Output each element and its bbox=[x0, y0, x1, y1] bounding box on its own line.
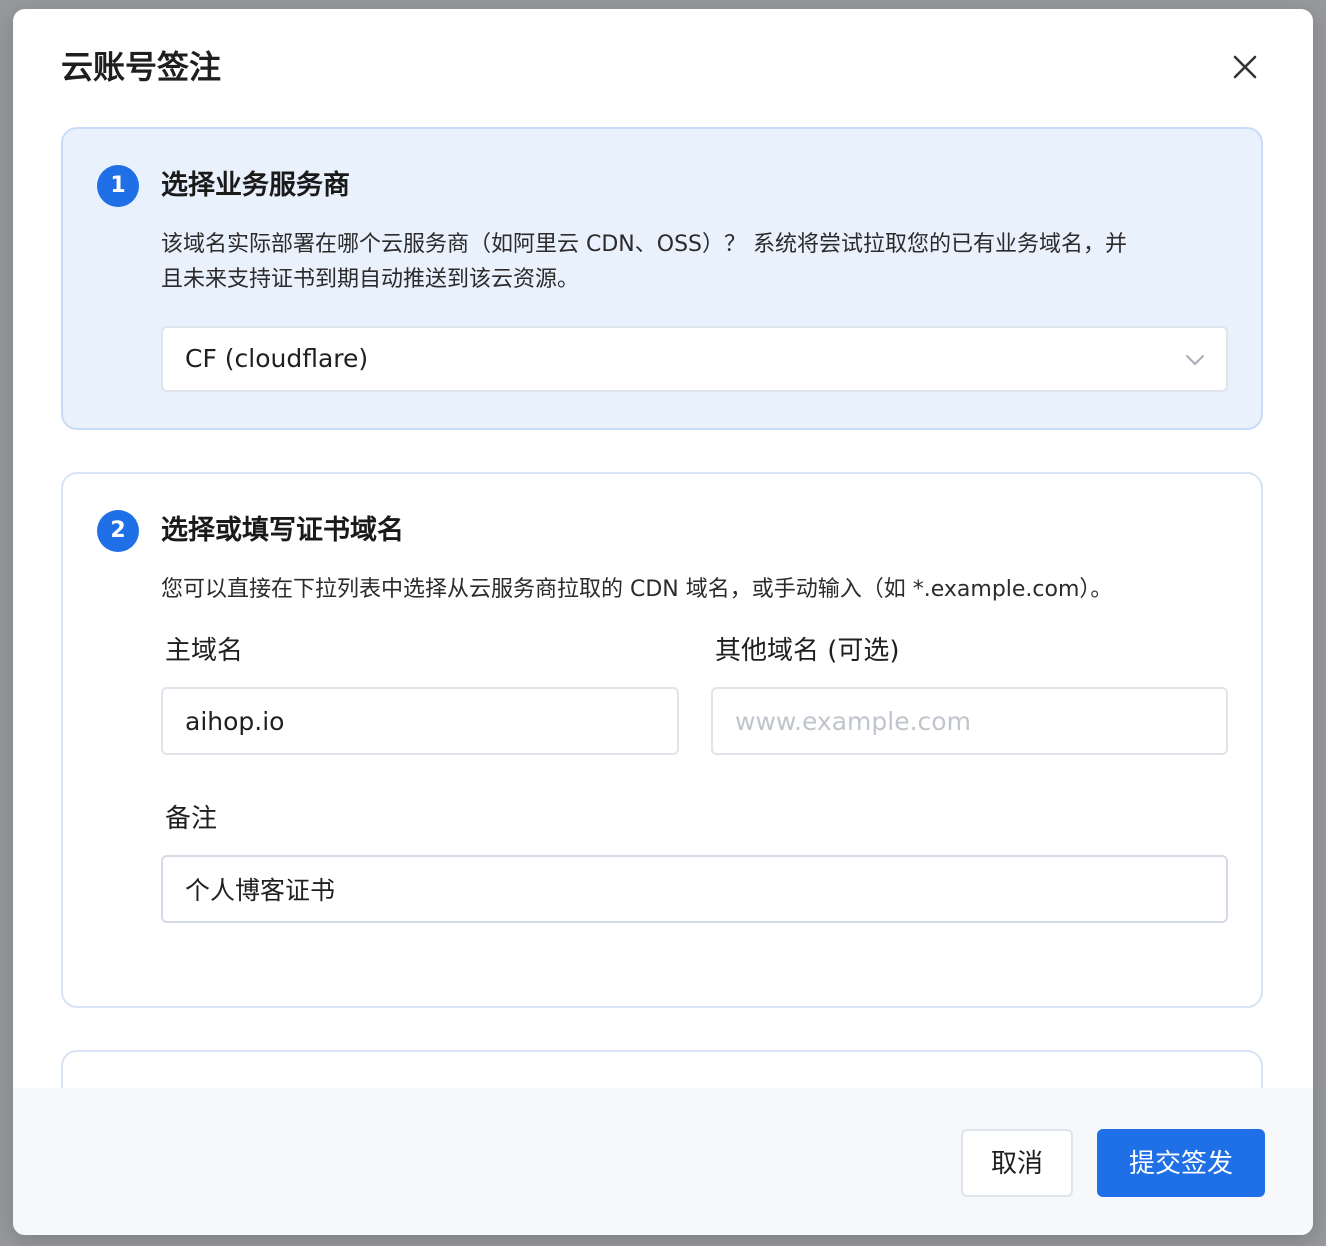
chevron-down-icon bbox=[1186, 355, 1204, 365]
step-2-card: 2 选择或填写证书域名 您可以直接在下拉列表中选择从云服务商拉取的 CDN 域名… bbox=[61, 472, 1263, 1008]
provider-select-value: CF (cloudflare) bbox=[185, 344, 369, 373]
cloud-account-sign-dialog: 云账号签注 1 选择业务服务商 该域名实际部署在哪个云服务商（如阿里云 CDN、… bbox=[13, 9, 1313, 1235]
step-2-description: 您可以直接在下拉列表中选择从云服务商拉取的 CDN 域名，或手动输入（如 *.e… bbox=[161, 577, 1113, 602]
step-1-title: 选择业务服务商 bbox=[161, 170, 350, 201]
cancel-button[interactable]: 取消 bbox=[961, 1129, 1073, 1197]
step-2-badge: 2 bbox=[97, 510, 139, 552]
submit-button[interactable]: 提交签发 bbox=[1097, 1129, 1265, 1197]
remark-label: 备注 bbox=[165, 804, 218, 834]
close-icon bbox=[1233, 55, 1257, 79]
dialog-footer: 取消 提交签发 bbox=[13, 1088, 1313, 1235]
primary-domain-input[interactable] bbox=[161, 687, 679, 755]
step-2-title: 选择或填写证书域名 bbox=[161, 515, 404, 546]
other-domains-label: 其他域名 (可选) bbox=[715, 636, 900, 666]
remark-input[interactable] bbox=[161, 855, 1228, 923]
other-domains-input[interactable] bbox=[711, 687, 1228, 755]
step-1-badge: 1 bbox=[97, 165, 139, 207]
primary-domain-label: 主域名 bbox=[165, 636, 244, 666]
step-1-description-line-1: 该域名实际部署在哪个云服务商（如阿里云 CDN、OSS）？ 系统将尝试拉取您的已… bbox=[161, 232, 1127, 257]
provider-select[interactable]: CF (cloudflare) bbox=[161, 326, 1228, 392]
step-1-card: 1 选择业务服务商 该域名实际部署在哪个云服务商（如阿里云 CDN、OSS）？ … bbox=[61, 127, 1263, 430]
dialog-title: 云账号签注 bbox=[61, 48, 222, 86]
step-1-description-line-2: 且未来支持证书到期自动推送到该云资源。 bbox=[161, 267, 580, 292]
close-button[interactable] bbox=[1225, 47, 1265, 87]
